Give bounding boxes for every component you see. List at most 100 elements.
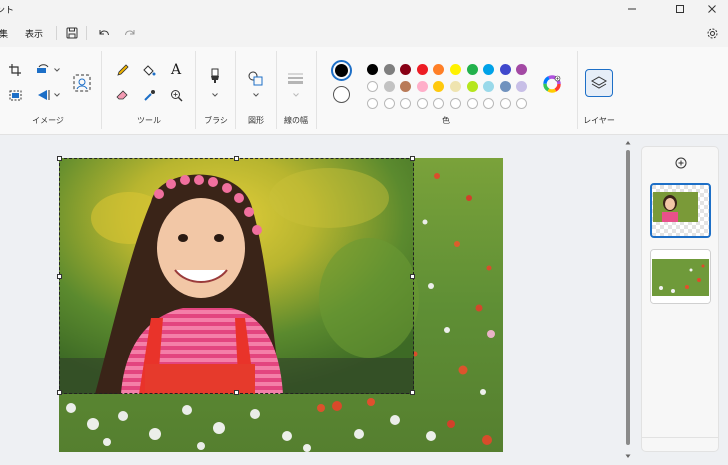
shapes-button[interactable] [246, 69, 264, 87]
scrollbar-thumb[interactable] [626, 150, 630, 445]
color-picker-button[interactable] [140, 86, 158, 104]
resize-handle[interactable] [234, 390, 239, 395]
group-label-image: イメージ [32, 116, 64, 125]
save-button[interactable] [63, 24, 81, 42]
brushes-button[interactable] [206, 67, 224, 85]
color-swatch[interactable] [383, 98, 395, 109]
save-icon [66, 27, 78, 39]
color-swatch[interactable] [450, 64, 461, 75]
color-swatch[interactable] [466, 81, 478, 92]
vertical-scrollbar[interactable] [624, 140, 632, 462]
menu-view[interactable]: 表示 [25, 27, 43, 40]
color-swatch[interactable] [483, 64, 495, 75]
layer-preview [651, 250, 710, 303]
layer-preview [652, 185, 709, 236]
color-swatch[interactable] [416, 98, 428, 109]
color-swatch[interactable] [450, 98, 461, 109]
eraser-icon [115, 90, 128, 100]
color-swatch[interactable] [400, 98, 412, 109]
size-button[interactable] [286, 69, 304, 87]
group-label-layers: レイヤー [583, 116, 615, 125]
panel-divider [642, 437, 718, 438]
color-swatch[interactable] [466, 64, 478, 75]
chevron-down-icon [293, 93, 299, 97]
add-layer-button[interactable] [674, 156, 688, 170]
edit-colors-button[interactable] [542, 74, 561, 93]
resize-handle[interactable] [234, 156, 239, 161]
color-swatch[interactable] [516, 98, 528, 109]
crop-button[interactable] [6, 61, 24, 79]
selection-rectangle[interactable] [57, 156, 415, 395]
image-select-button[interactable] [72, 73, 92, 93]
color-swatch[interactable] [416, 64, 428, 75]
gear-icon [707, 28, 717, 38]
brush-icon [211, 68, 219, 83]
group-separator [195, 51, 196, 129]
image-select-icon [73, 74, 91, 92]
layer-thumbnail-background[interactable] [650, 249, 711, 304]
resize-handle[interactable] [410, 390, 415, 395]
color-swatch[interactable] [450, 81, 461, 92]
maximize-button[interactable] [664, 0, 696, 18]
resize-icon [37, 64, 49, 73]
menu-edit[interactable]: 集 [0, 27, 8, 40]
minimize-button[interactable] [616, 0, 648, 18]
color-swatch[interactable] [499, 64, 511, 75]
color-swatch[interactable] [499, 98, 511, 109]
group-label-colors: 色 [442, 116, 450, 125]
color-swatch[interactable] [400, 81, 412, 92]
color-swatch[interactable] [466, 98, 478, 109]
chevron-down-icon [212, 93, 218, 97]
close-button[interactable] [696, 0, 728, 18]
color-swatch[interactable] [367, 64, 378, 75]
color-swatch[interactable] [400, 64, 412, 75]
resize-handle[interactable] [57, 390, 62, 395]
color-swatch[interactable] [367, 81, 378, 92]
chevron-down-icon [54, 68, 60, 72]
color-swatch[interactable] [433, 64, 445, 75]
resize-button[interactable] [34, 61, 52, 79]
menu-separator [86, 26, 87, 40]
minimize-icon [628, 8, 636, 10]
magnifier-button[interactable] [167, 86, 185, 104]
text-button[interactable]: A [167, 61, 185, 79]
resize-handle[interactable] [57, 156, 62, 161]
color-swatch[interactable] [416, 81, 428, 92]
color-swatch[interactable] [433, 98, 445, 109]
color-swatch[interactable] [433, 81, 445, 92]
shapes-icon [248, 71, 262, 85]
layer-thumbnail-portrait[interactable] [650, 183, 711, 238]
title-bar: ント [0, 0, 728, 18]
color-swatch[interactable] [516, 64, 528, 75]
pencil-button[interactable] [113, 61, 131, 79]
color-swatch[interactable] [516, 81, 528, 92]
primary-color-button[interactable] [331, 60, 352, 81]
menu-separator [56, 26, 57, 40]
select-button[interactable] [6, 86, 24, 104]
app-title: ント [0, 6, 15, 16]
color-swatch[interactable] [483, 81, 495, 92]
chevron-down-icon [253, 93, 259, 97]
secondary-color-button[interactable] [333, 86, 350, 103]
color-swatch[interactable] [483, 98, 495, 109]
resize-handle[interactable] [410, 274, 415, 279]
resize-handle[interactable] [410, 156, 415, 161]
ribbon-toolbar: イメージ A ツール ブラシ 図形 線の幅 色 レイヤー [0, 47, 728, 135]
rotate-icon [37, 90, 49, 100]
undo-icon [99, 30, 109, 36]
redo-button[interactable] [121, 24, 139, 42]
color-swatch[interactable] [499, 81, 511, 92]
settings-button[interactable] [703, 24, 721, 42]
group-separator [235, 51, 236, 129]
menu-bar: 集 表示 [0, 18, 728, 47]
eraser-button[interactable] [113, 86, 131, 104]
fill-button[interactable] [140, 61, 158, 79]
color-swatch[interactable] [383, 64, 395, 75]
layers-toggle-button[interactable] [585, 69, 613, 97]
resize-handle[interactable] [57, 274, 62, 279]
redo-icon [124, 30, 134, 36]
undo-button[interactable] [94, 24, 112, 42]
color-swatch[interactable] [367, 98, 378, 109]
color-swatch[interactable] [383, 81, 395, 92]
rotate-button[interactable] [34, 86, 52, 104]
